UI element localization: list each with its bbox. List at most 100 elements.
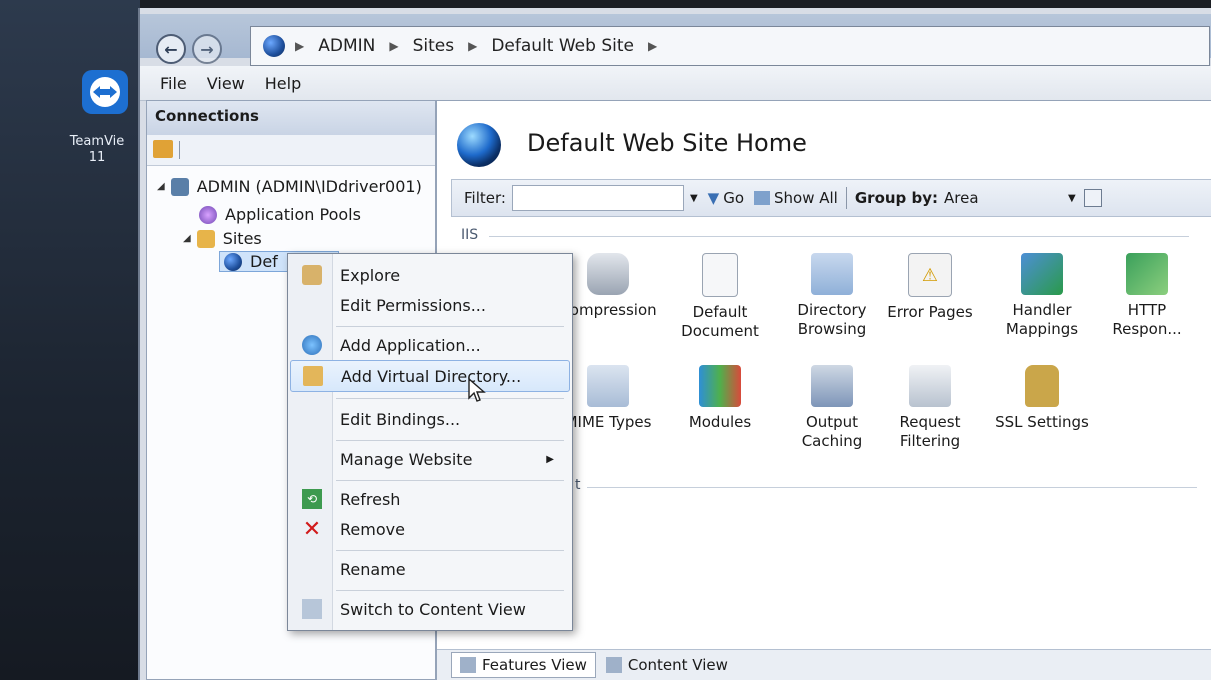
modules-icon — [699, 365, 741, 407]
submenu-arrow-icon: ▶ — [546, 453, 554, 465]
breadcrumb-default-web-site[interactable]: Default Web Site — [491, 36, 634, 56]
menu-item-edit-bindings[interactable]: Edit Bindings... — [290, 404, 568, 434]
address-bar[interactable]: ▶ ADMIN ▶ Sites ▶ Default Web Site ▶ — [250, 26, 1210, 66]
site-globe-icon — [457, 123, 501, 167]
feature-request-filtering[interactable]: Request Filtering — [875, 365, 985, 451]
tree-node-server[interactable]: ◢ ADMIN (ADMIN\IDdriver001) — [157, 177, 422, 196]
menu-item-label: Add Application... — [340, 335, 481, 355]
content-view-label: Content View — [627, 656, 728, 674]
menu-item-label: Refresh — [340, 489, 401, 509]
tree-node-app-pools-label: Application Pools — [225, 205, 361, 224]
filter-input[interactable] — [511, 185, 684, 211]
view-switcher-bar: Features View Content View — [437, 649, 1211, 680]
filter-toolbar: Filter: ▼ ▼ Go Show All Group by: Area ▼ — [451, 179, 1211, 217]
globe-icon — [263, 35, 285, 57]
server-icon — [170, 177, 189, 196]
menu-separator — [336, 398, 564, 399]
connections-header: Connections — [147, 101, 435, 135]
tree-node-server-label: ADMIN (ADMIN\IDdriver001) — [196, 177, 422, 196]
iis-group-label: IIS — [461, 227, 479, 243]
menu-item-remove[interactable]: ✕ Remove — [290, 514, 568, 544]
menu-item-add-virtual-directory[interactable]: Add Virtual Directory... — [290, 360, 570, 392]
expand-arrow-icon: ◢ — [183, 233, 191, 244]
warning-icon: ⚠ — [908, 253, 952, 297]
view-mode-icon[interactable] — [1083, 189, 1102, 207]
menu-item-add-application[interactable]: Add Application... — [290, 330, 568, 360]
menu-item-rename[interactable]: Rename — [290, 554, 568, 584]
feature-output-caching[interactable]: Output Caching — [777, 365, 887, 451]
output-caching-icon — [811, 365, 853, 407]
toolbar-divider — [179, 141, 180, 159]
chevron-right-icon: ▶ — [389, 39, 399, 53]
connections-toolbar — [147, 135, 435, 166]
feature-label: HTTP Respon... — [1112, 301, 1182, 338]
menu-item-label: Edit Permissions... — [340, 295, 486, 315]
menu-item-explore[interactable]: Explore — [290, 260, 568, 290]
chevron-right-icon: ▶ — [647, 39, 658, 53]
teamviewer-desktop-icon[interactable] — [80, 68, 130, 116]
lock-icon — [1025, 365, 1059, 407]
directory-browsing-icon — [811, 253, 853, 295]
explore-icon — [302, 265, 322, 285]
menu-item-label: Edit Bindings... — [340, 409, 461, 429]
feature-default-document[interactable]: Default Document — [665, 253, 775, 341]
menu-view[interactable]: View — [207, 74, 245, 93]
virtual-directory-icon — [303, 366, 323, 386]
feature-label: SSL Settings — [995, 413, 1089, 431]
show-all-button[interactable]: Show All — [754, 189, 838, 207]
group-by-select[interactable]: Area — [944, 189, 1054, 207]
content-view-tab[interactable]: Content View — [598, 653, 736, 677]
feature-label: Handler Mappings — [1005, 301, 1079, 338]
tree-node-sites-label: Sites — [222, 229, 262, 248]
tree-node-sites[interactable]: ◢ Sites — [183, 229, 262, 248]
breadcrumb-sites[interactable]: Sites — [413, 36, 455, 56]
menu-item-label: Switch to Content View — [340, 599, 526, 619]
refresh-icon: ⟲ — [302, 489, 322, 509]
globe-icon — [224, 252, 242, 271]
feature-error-pages[interactable]: ⚠ Error Pages — [875, 253, 985, 322]
menu-bar: File View Help — [140, 66, 1211, 101]
menu-item-refresh[interactable]: ⟲ Refresh — [290, 484, 568, 514]
forward-button[interactable]: → — [192, 34, 222, 64]
breadcrumb-admin[interactable]: ADMIN — [318, 36, 375, 56]
feature-directory-browsing[interactable]: Directory Browsing — [777, 253, 887, 339]
back-button[interactable]: ← — [156, 34, 186, 64]
context-menu: Explore Edit Permissions... Add Applicat… — [287, 253, 573, 631]
connect-icon[interactable] — [153, 140, 173, 158]
menu-item-label: Explore — [340, 265, 401, 285]
features-view-label: Features View — [482, 656, 587, 674]
feature-http-response[interactable]: HTTP Respon... — [1097, 253, 1197, 339]
request-filtering-icon — [909, 365, 951, 407]
filter-dropdown-icon[interactable]: ▼ — [690, 193, 698, 204]
menu-help[interactable]: Help — [265, 74, 301, 93]
menu-item-switch-content-view[interactable]: Switch to Content View — [290, 594, 568, 624]
menu-item-label: Rename — [340, 559, 406, 579]
menu-item-edit-permissions[interactable]: Edit Permissions... — [290, 290, 568, 320]
compression-icon — [587, 253, 629, 295]
features-view-tab[interactable]: Features View — [451, 652, 596, 678]
handler-mappings-icon — [1021, 253, 1063, 295]
feature-modules[interactable]: Modules — [665, 365, 775, 432]
menu-item-label: Remove — [340, 519, 405, 539]
feature-handler-mappings[interactable]: Handler Mappings — [987, 253, 1097, 339]
feature-label: MIME Types — [564, 413, 652, 431]
toolbar-divider — [845, 187, 847, 209]
remove-icon: ✕ — [302, 516, 322, 542]
go-label: Go — [723, 189, 745, 207]
tree-node-app-pools[interactable]: Application Pools — [199, 205, 361, 224]
menu-item-label: Manage Website — [340, 449, 473, 469]
group-divider — [587, 487, 1197, 488]
menu-item-label: Add Virtual Directory... — [341, 366, 522, 386]
menu-item-manage-website[interactable]: Manage Website ▶ — [290, 444, 568, 474]
features-view-icon — [460, 657, 476, 673]
group-by-dropdown-icon[interactable]: ▼ — [1068, 193, 1076, 204]
page-title: Default Web Site Home — [527, 129, 807, 157]
sites-folder-icon — [196, 229, 215, 248]
feature-label: Error Pages — [887, 303, 973, 321]
feature-ssl-settings[interactable]: SSL Settings — [987, 365, 1097, 432]
feature-label: Directory Browsing — [797, 301, 867, 338]
go-button[interactable]: ▼ Go — [708, 189, 744, 207]
feature-label: Output Caching — [801, 413, 863, 450]
menu-separator — [336, 590, 564, 591]
menu-file[interactable]: File — [160, 74, 187, 93]
